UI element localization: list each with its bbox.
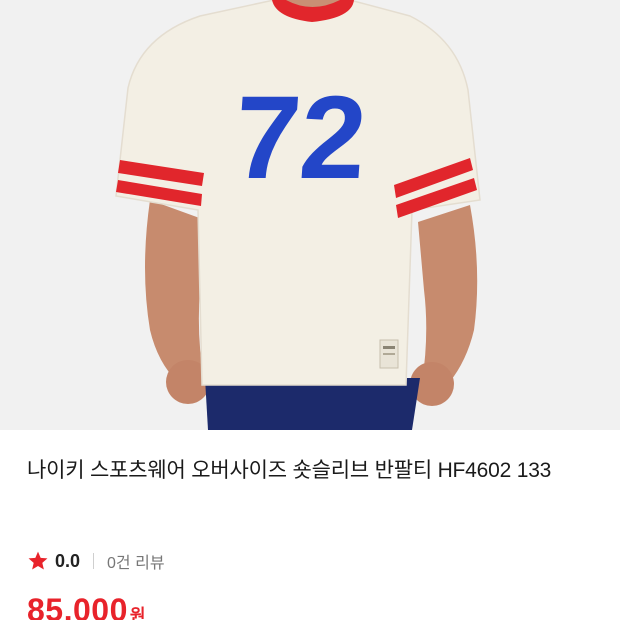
price-currency: 원: [129, 606, 146, 620]
price-row: 85,000 원: [27, 592, 146, 620]
product-image[interactable]: 72: [0, 0, 620, 430]
jersey-number: 72: [230, 72, 370, 204]
divider: [93, 553, 95, 569]
rating-value: 0.0: [55, 550, 81, 571]
product-title: 나이키 스포츠웨어 오버사이즈 숏슬리브 반팔티 HF4602 133: [27, 459, 552, 482]
star-icon: [28, 551, 48, 570]
product-detail-page: 72 나이키 스포츠웨어 오버사이즈 숏슬리브 반팔티 HF4602 133 0…: [0, 0, 620, 620]
review-count-link[interactable]: 0건 리뷰: [107, 549, 165, 573]
product-info: 나이키 스포츠웨어 오버사이즈 숏슬리브 반팔티 HF4602 133 0.0 …: [0, 430, 620, 620]
product-photo: 72: [0, 0, 620, 430]
rating-row[interactable]: 0.0 0건 리뷰: [27, 548, 165, 574]
price-value: 85,000: [27, 592, 128, 620]
